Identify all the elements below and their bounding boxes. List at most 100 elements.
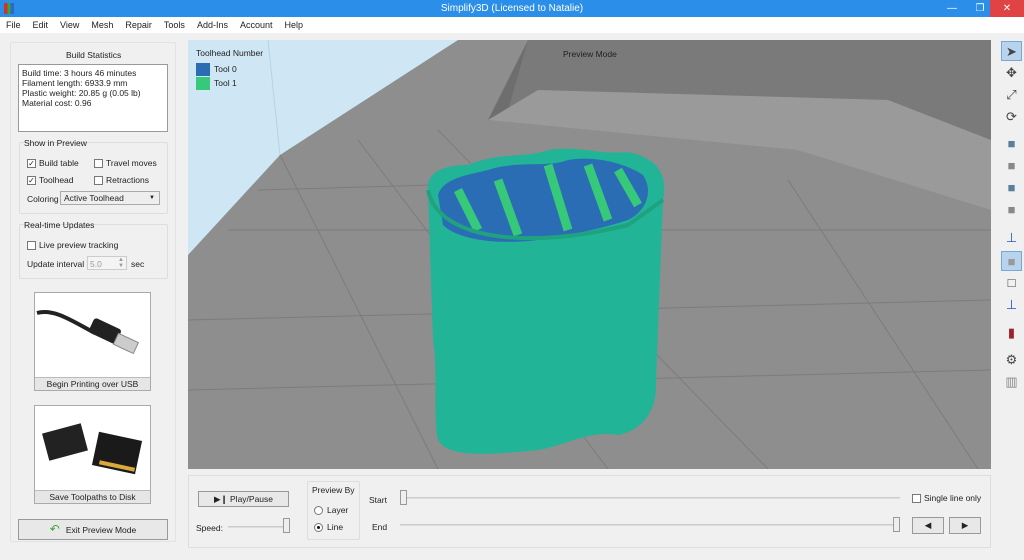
spinner-icon[interactable]: ▲ ▼: [118, 257, 124, 269]
line-label: Line: [327, 522, 344, 532]
usb-cable-icon: [36, 310, 140, 355]
legend-title: Toolhead Number: [196, 48, 264, 58]
interval-value: 5.0: [90, 259, 102, 269]
scene: [188, 40, 991, 469]
back-arrow-icon: ↶: [49, 522, 60, 536]
single-line-label: Single line only: [924, 493, 982, 503]
play-pause-button[interactable]: ▶❙ Play/Pause: [198, 491, 289, 507]
legend-item-tool-1: Tool 1: [196, 77, 237, 90]
stat-filament-length: Filament length: 6933.9 mm: [22, 78, 128, 88]
minimize-button[interactable]: —: [938, 0, 966, 17]
axes-icon[interactable]: ⊥: [1001, 228, 1022, 248]
line-radio[interactable]: Line: [314, 522, 344, 533]
travel-moves-label: Travel moves: [106, 158, 157, 168]
single-line-checkbox[interactable]: Single line only: [912, 493, 982, 504]
coloring-label: Coloring: [27, 194, 59, 204]
start-label: Start: [369, 495, 387, 505]
build-statistics-box: Build time: 3 hours 46 minutes Filament …: [18, 64, 168, 132]
legend-swatch: [196, 63, 210, 76]
coloring-value: Active Toolhead: [64, 193, 124, 203]
interval-unit: sec: [131, 259, 145, 269]
menu-view[interactable]: View: [54, 17, 85, 33]
save-toolpaths-label: Save Toolpaths to Disk: [35, 490, 150, 503]
menu-edit[interactable]: Edit: [27, 17, 55, 33]
save-toolpaths-button[interactable]: Save Toolpaths to Disk: [34, 405, 151, 504]
preview-mode-label: Preview Mode: [563, 49, 617, 59]
legend-label: Tool 0: [214, 63, 237, 74]
preview-by-label: Preview By: [312, 485, 355, 495]
retractions-checkbox[interactable]: Retractions: [94, 175, 149, 186]
view-side-icon[interactable]: ■: [1001, 200, 1022, 220]
move-icon[interactable]: ✥: [1001, 63, 1022, 83]
interval-input[interactable]: 5.0 ▲ ▼: [87, 256, 127, 270]
speed-slider-thumb[interactable]: [283, 518, 290, 533]
cross-section-icon[interactable]: ⊥: [1001, 295, 1022, 315]
wireframe-view-icon[interactable]: □: [1001, 273, 1022, 293]
toolhead-label: Toolhead: [39, 175, 74, 185]
scale-icon[interactable]: ⤢: [1001, 85, 1022, 105]
view-toolbar: ➤ ✥ ⤢ ⟳ ■ ■ ■ ■ ⊥ ■ □ ⊥ ▮ ⚙ ▥: [999, 40, 1024, 400]
build-statistics-title: Build Statistics: [66, 50, 122, 60]
live-tracking-checkbox[interactable]: Live preview tracking: [27, 240, 119, 251]
speed-slider[interactable]: [228, 526, 290, 528]
menu-help[interactable]: Help: [279, 17, 310, 33]
layer-radio[interactable]: Layer: [314, 505, 349, 516]
view-top-icon[interactable]: ■: [1001, 178, 1022, 198]
build-table-label: Build table: [39, 158, 79, 168]
stat-plastic-weight: Plastic weight: 20.85 g (0.05 lb): [22, 88, 141, 98]
step-forward-button[interactable]: ▶: [949, 517, 981, 534]
realtime-group: [19, 224, 168, 279]
layer-label: Layer: [327, 505, 349, 515]
travel-moves-checkbox[interactable]: Travel moves: [94, 158, 157, 169]
legend-label: Tool 1: [214, 77, 237, 88]
show-in-preview-title: Show in Preview: [24, 138, 87, 148]
stat-material-cost: Material cost: 0.96: [22, 98, 92, 108]
build-table-checkbox[interactable]: ✓ Build table: [27, 158, 79, 169]
usb-print-button[interactable]: Begin Printing over USB: [34, 292, 151, 391]
stat-build-time: Build time: 3 hours 46 minutes: [22, 68, 137, 78]
menu-repair[interactable]: Repair: [119, 17, 158, 33]
speed-label: Speed:: [196, 523, 223, 533]
menu-add-ins[interactable]: Add-Ins: [191, 17, 234, 33]
play-pause-label: Play/Pause: [230, 494, 274, 504]
menu-file[interactable]: File: [0, 17, 27, 33]
select-icon[interactable]: ➤: [1001, 41, 1022, 61]
left-arrow-icon: ◀: [924, 520, 932, 530]
title-bar: Simplify3D (Licensed to Natalie) — ❐ ✕: [0, 0, 1024, 17]
usb-print-label: Begin Printing over USB: [35, 377, 150, 390]
rotate-icon[interactable]: ⟳: [1001, 107, 1022, 127]
step-back-button[interactable]: ◀: [912, 517, 944, 534]
menu-tools[interactable]: Tools: [158, 17, 191, 33]
start-slider[interactable]: [400, 497, 900, 499]
settings-icon[interactable]: ⚙: [1001, 350, 1022, 370]
3d-viewport[interactable]: Toolhead Number Tool 0 Tool 1 Preview Mo…: [188, 40, 991, 469]
chevron-down-icon: ▼: [149, 195, 155, 201]
view-front-icon[interactable]: ■: [1001, 156, 1022, 176]
menu-mesh[interactable]: Mesh: [85, 17, 119, 33]
app-icon: [4, 3, 14, 14]
retractions-label: Retractions: [106, 175, 149, 185]
machine-icon[interactable]: ▥: [1001, 372, 1022, 392]
end-slider-thumb[interactable]: [893, 517, 900, 532]
coloring-select[interactable]: Active Toolhead ▼: [60, 191, 160, 205]
legend-swatch: [196, 77, 210, 90]
realtime-title: Real-time Updates: [24, 220, 95, 230]
section-color-icon[interactable]: ▮: [1001, 323, 1022, 343]
live-tracking-label: Live preview tracking: [39, 240, 119, 250]
exit-preview-button[interactable]: ↶ Exit Preview Mode: [18, 519, 168, 540]
exit-preview-label: Exit Preview Mode: [65, 525, 137, 535]
solid-view-icon[interactable]: ■: [1001, 251, 1022, 271]
sd-card-icon: [42, 423, 143, 475]
menu-bar: File Edit View Mesh Repair Tools Add-Ins…: [0, 17, 1024, 33]
close-button[interactable]: ✕: [990, 0, 1024, 17]
play-pause-icon: ▶❙: [213, 494, 231, 504]
end-slider[interactable]: [400, 524, 900, 526]
start-slider-thumb[interactable]: [400, 490, 407, 505]
window-title: Simplify3D (Licensed to Natalie): [440, 3, 584, 14]
view-default-icon[interactable]: ■: [1001, 134, 1022, 154]
legend-item-tool-0: Tool 0: [196, 63, 237, 76]
interval-label: Update interval: [27, 259, 85, 269]
right-arrow-icon: ▶: [961, 520, 969, 530]
menu-account[interactable]: Account: [234, 17, 279, 33]
toolhead-checkbox[interactable]: ✓ Toolhead: [27, 175, 74, 186]
